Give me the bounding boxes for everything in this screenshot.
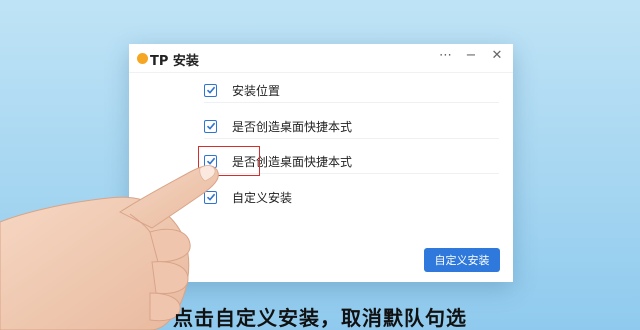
pointing-hand-icon [0, 165, 219, 330]
instruction-caption: 点击自定义安装，取消默队句选 [173, 306, 467, 330]
screenshot-stage: TP 安装 ⋯ − ✕ 安装位置 是否创造桌面快捷本式 是否创造桌面快捷本式 自… [0, 0, 640, 330]
